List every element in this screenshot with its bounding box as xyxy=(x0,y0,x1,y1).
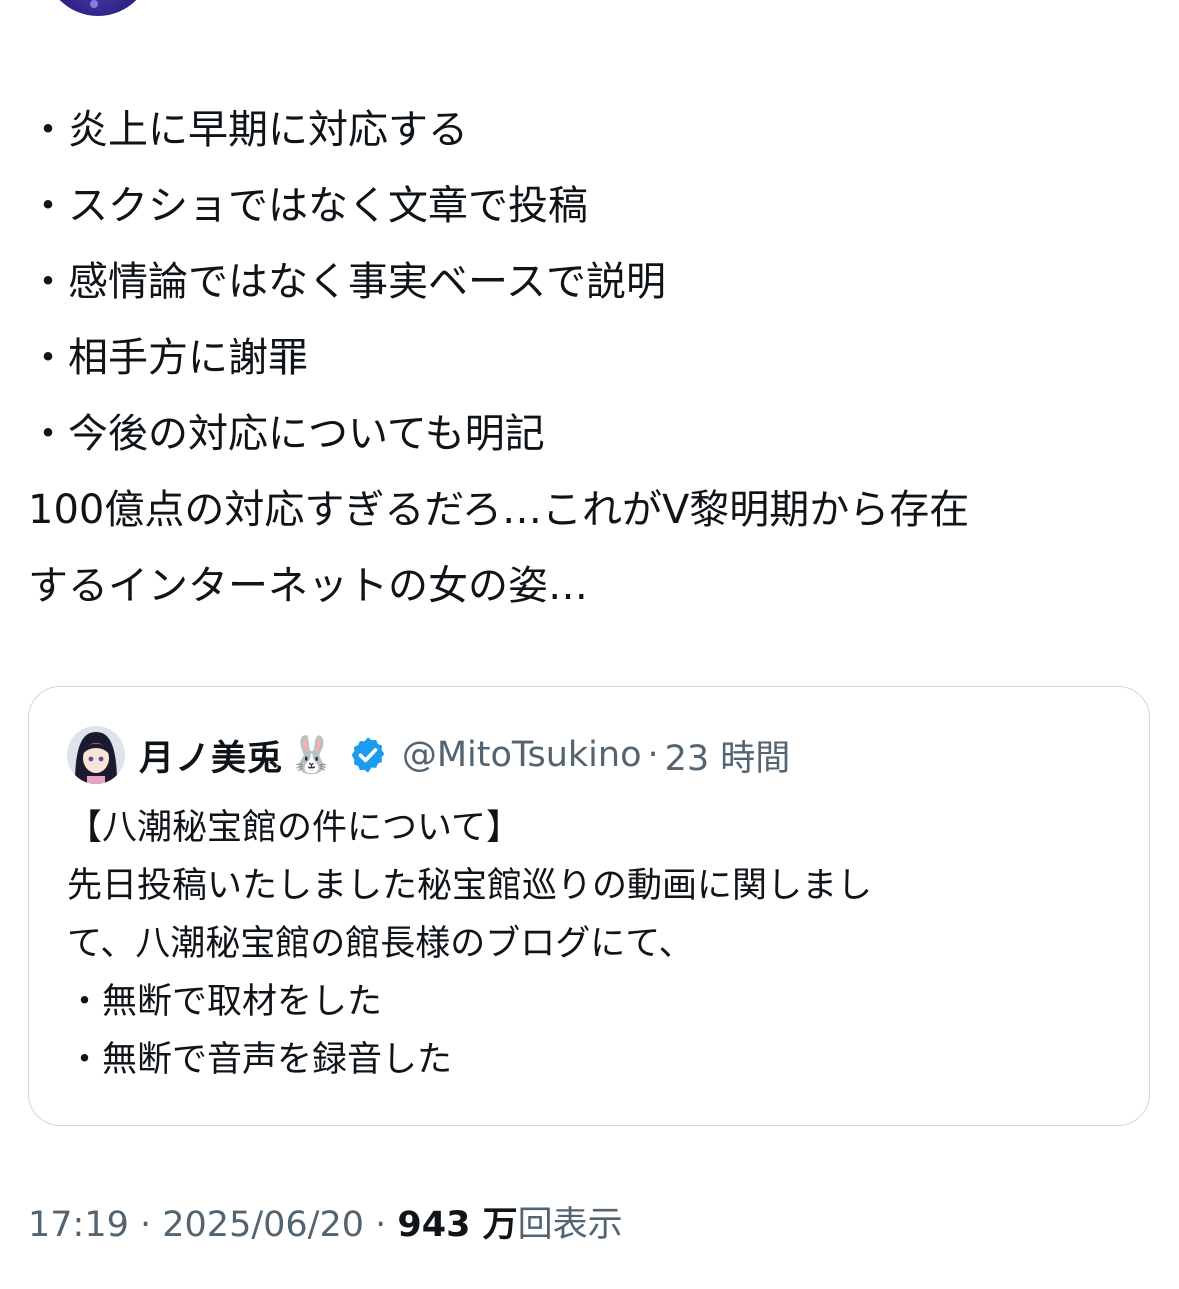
quoted-tweet-header: 月ノ美兎 🐰 @MitoTsukino · 23 時間 xyxy=(67,725,790,785)
quoted-line: 先日投稿いたしました秘宝館巡りの動画に関しまし xyxy=(67,866,873,906)
meta-separator: · xyxy=(128,1205,163,1245)
author-avatar[interactable] xyxy=(44,0,152,16)
views-label: 回表示 xyxy=(517,1205,623,1245)
quoted-line: て、八潮秘宝館の館長様のブログにて、 xyxy=(67,924,694,964)
quoted-author-name[interactable]: 月ノ美兎 xyxy=(139,730,283,781)
tweet-bullet: ・感情論ではなく事実ベースで説明 xyxy=(28,259,666,305)
tweet-meta: 17:19 · 2025/06/20 · 943 万回表示 xyxy=(28,1196,623,1247)
view-count[interactable]: 943 万 xyxy=(397,1205,517,1245)
tweet-line: するインターネットの女の姿… xyxy=(28,563,588,609)
tweet-bullet: ・スクショではなく文章で投稿 xyxy=(28,183,588,229)
quoted-tweet-time[interactable]: 23 時間 xyxy=(665,730,791,781)
quoted-tweet-text: 【八潮秘宝館の件について】 先日投稿いたしました秘宝館巡りの動画に関しまし て、… xyxy=(67,799,1117,1089)
tweet-bullet: ・今後の対応についても明記 xyxy=(28,411,545,457)
rabbit-emoji: 🐰 xyxy=(289,735,334,776)
meta-separator: · xyxy=(364,1205,398,1245)
quoted-author-avatar[interactable] xyxy=(67,726,125,784)
tweet-bullet: ・炎上に早期に対応する xyxy=(28,107,468,153)
quoted-line: ・無断で音声を録音した xyxy=(67,1040,453,1080)
quoted-author-handle[interactable]: @MitoTsukino xyxy=(402,735,642,775)
post-time[interactable]: 17:19 xyxy=(28,1205,129,1245)
tweet-bullet: ・相手方に謝罪 xyxy=(28,335,308,381)
tweet-text: ・炎上に早期に対応する ・スクショではなく文章で投稿 ・感情論ではなく事実ベース… xyxy=(28,92,1158,624)
tweet-line: 100億点の対応すぎるだろ…これがV黎明期から存在 xyxy=(28,487,970,533)
quoted-tweet-card[interactable]: 月ノ美兎 🐰 @MitoTsukino · 23 時間 【八潮秘宝館の件について… xyxy=(28,686,1150,1126)
post-date[interactable]: 2025/06/20 xyxy=(162,1205,364,1245)
verified-badge-icon xyxy=(348,735,388,775)
quoted-line: ・無断で取材をした xyxy=(67,982,383,1022)
quoted-line: 【八潮秘宝館の件について】 xyxy=(67,808,521,848)
separator-dot: · xyxy=(647,735,659,775)
